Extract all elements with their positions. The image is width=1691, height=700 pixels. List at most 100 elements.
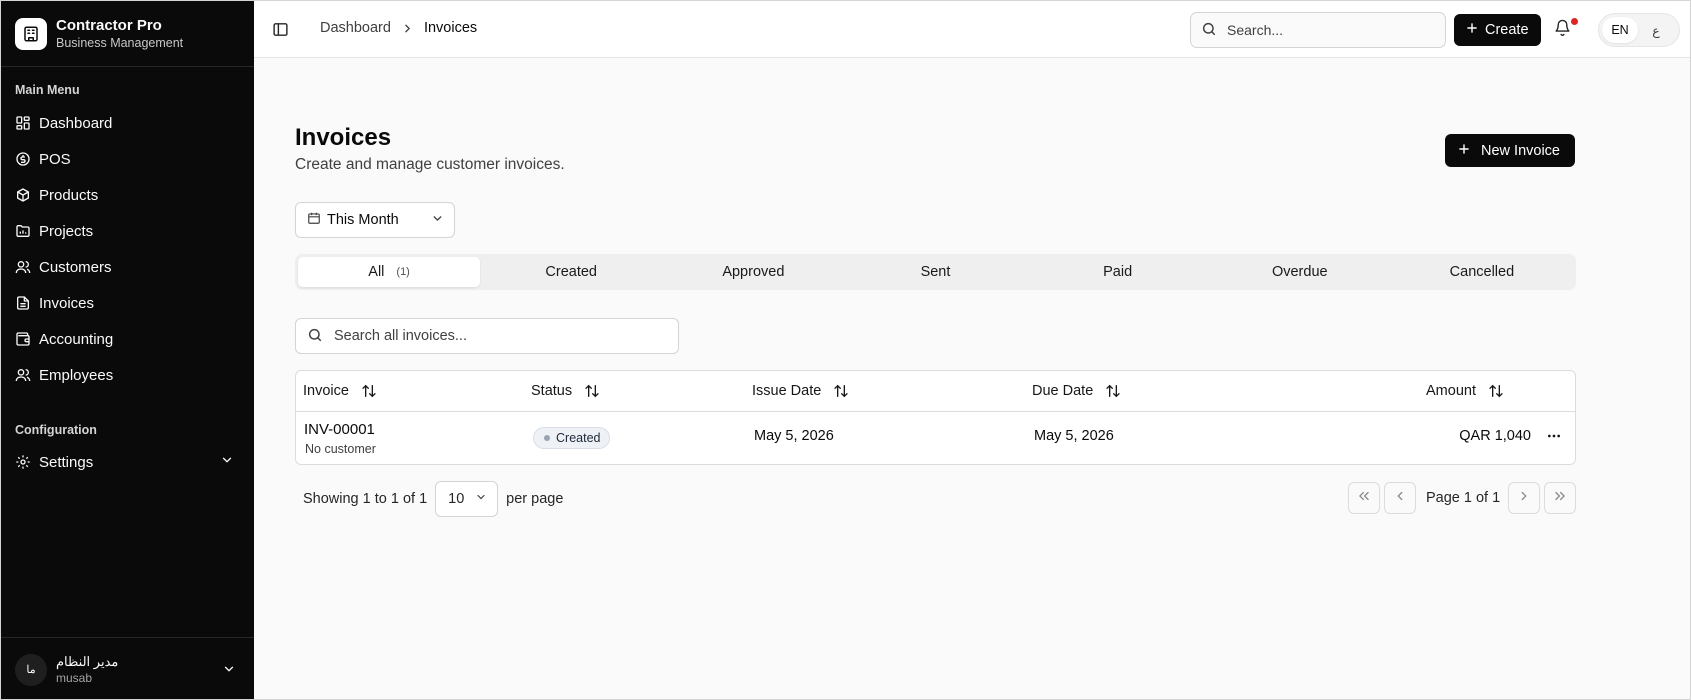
period-value: This Month [327, 212, 399, 228]
building-icon [15, 18, 47, 50]
lang-ar-option[interactable]: ع [1638, 17, 1674, 43]
dashboard-icon [15, 115, 31, 131]
next-page-button[interactable] [1508, 482, 1541, 514]
top-header: Dashboard Invoices Search... Create EN ع [254, 1, 1690, 58]
table-row[interactable]: INV-00001 No customer Created May 5, 202… [296, 412, 1575, 464]
wallet-icon [15, 331, 31, 347]
app-name: Contractor Pro [56, 17, 162, 34]
breadcrumb-dashboard[interactable]: Dashboard [320, 20, 391, 36]
per-page-select[interactable]: 10 [435, 481, 499, 517]
column-invoice[interactable]: Invoice [303, 383, 377, 399]
invoices-table: Invoice Status Issue Date Due Date Amoun… [295, 370, 1576, 465]
tab-overdue[interactable]: Overdue [1209, 257, 1391, 287]
column-status[interactable]: Status [531, 383, 600, 399]
table-header: Invoice Status Issue Date Due Date Amoun… [296, 371, 1575, 412]
chevrons-right-icon [1553, 489, 1567, 507]
status-badge: Created [533, 427, 611, 449]
more-horizontal-icon[interactable] [1546, 428, 1562, 447]
tab-created[interactable]: Created [480, 257, 662, 287]
brand[interactable]: Contractor Pro Business Management [15, 17, 183, 51]
calendar-icon [307, 211, 321, 229]
sidebar-item-pos[interactable]: POS [9, 141, 246, 177]
lang-en-option[interactable]: EN [1602, 17, 1638, 43]
tab-count: (1) [396, 266, 410, 278]
sort-icon [1488, 383, 1504, 399]
users-icon [15, 367, 31, 383]
app-window: Contractor Pro Business Management Main … [0, 0, 1691, 700]
projects-icon [15, 223, 31, 239]
page-subtitle: Create and manage customer invoices. [295, 156, 565, 173]
sidebar-item-settings[interactable]: Settings [9, 444, 246, 480]
avatar: ما [15, 653, 47, 686]
app-subtitle: Business Management [56, 36, 184, 50]
invoice-amount: QAR 1,040 [1459, 428, 1531, 444]
showing-text: Showing 1 to 1 of 1 [303, 491, 428, 507]
page-indicator: Page 1 of 1 [1426, 490, 1501, 506]
sidebar-item-accounting[interactable]: Accounting [9, 321, 246, 357]
user-handle: musab [56, 670, 93, 685]
invoice-search-input[interactable]: Search all invoices... [295, 318, 679, 354]
per-page-value: 10 [448, 491, 465, 507]
new-invoice-label: New Invoice [1481, 142, 1560, 159]
chevrons-left-icon [1357, 489, 1371, 507]
global-search-input[interactable]: Search... [1190, 12, 1446, 48]
chevron-down-icon [475, 491, 487, 507]
sidebar-item-label: Employees [39, 366, 114, 384]
pos-icon [15, 151, 31, 167]
sidebar-item-invoices[interactable]: Invoices [9, 285, 246, 321]
main-nav: Dashboard POS Products Projects Customer… [9, 105, 246, 393]
chevron-down-icon [222, 662, 236, 679]
search-icon [1201, 21, 1217, 40]
config-nav: Settings [9, 444, 246, 480]
sort-icon [833, 383, 849, 399]
tab-sent[interactable]: Sent [844, 257, 1026, 287]
last-page-button[interactable] [1544, 482, 1577, 514]
users-icon [15, 259, 31, 275]
sidebar: Contractor Pro Business Management Main … [1, 1, 254, 699]
plus-icon [1457, 142, 1471, 160]
sort-icon [1105, 383, 1121, 399]
plus-icon [1465, 21, 1479, 39]
new-invoice-button[interactable]: New Invoice [1445, 134, 1575, 167]
breadcrumb-invoices: Invoices [423, 20, 478, 36]
tab-paid[interactable]: Paid [1027, 257, 1209, 287]
tab-label: All [368, 264, 385, 280]
sidebar-toggle-icon[interactable] [272, 21, 289, 41]
create-button[interactable]: Create [1454, 14, 1541, 46]
sort-icon [361, 383, 377, 399]
period-select[interactable]: This Month [295, 202, 455, 238]
issue-date: May 5, 2026 [754, 428, 834, 444]
bell-icon[interactable] [1554, 19, 1571, 39]
chevron-right-icon [401, 22, 414, 35]
previous-page-button[interactable] [1384, 482, 1416, 514]
pagination-controls: Page 1 of 1 [1348, 482, 1580, 514]
sidebar-item-customers[interactable]: Customers [9, 249, 246, 285]
first-page-button[interactable] [1348, 482, 1380, 514]
page-title: Invoices [295, 124, 392, 151]
sidebar-item-projects[interactable]: Projects [9, 213, 246, 249]
column-label: Invoice [303, 383, 349, 399]
tab-all[interactable]: All (1) [298, 257, 481, 287]
search-placeholder: Search... [1227, 22, 1284, 38]
sidebar-item-label: POS [39, 150, 71, 168]
file-icon [15, 295, 31, 311]
box-icon [15, 187, 31, 203]
sidebar-item-dashboard[interactable]: Dashboard [9, 105, 246, 141]
sidebar-item-label: Products [39, 186, 99, 204]
status-tabs: All (1) Created Approved Sent Paid Overd… [295, 254, 1576, 290]
tab-approved[interactable]: Approved [662, 257, 844, 287]
invoice-number[interactable]: INV-00001 [304, 421, 375, 438]
chevron-down-icon [431, 212, 444, 229]
sidebar-item-employees[interactable]: Employees [9, 357, 246, 393]
tab-cancelled[interactable]: Cancelled [1391, 257, 1573, 287]
column-issue-date[interactable]: Issue Date [752, 383, 849, 399]
column-label: Amount [1426, 383, 1476, 399]
chevron-left-icon [1393, 489, 1407, 507]
configuration-label: Configuration [15, 423, 97, 437]
user-menu[interactable]: ما مدير النظام musab [1, 637, 254, 699]
column-due-date[interactable]: Due Date [1032, 383, 1121, 399]
breadcrumb: Dashboard Invoices [320, 20, 477, 36]
column-amount[interactable]: Amount [1426, 383, 1504, 399]
per-page-label: per page [506, 491, 564, 507]
sidebar-item-products[interactable]: Products [9, 177, 246, 213]
